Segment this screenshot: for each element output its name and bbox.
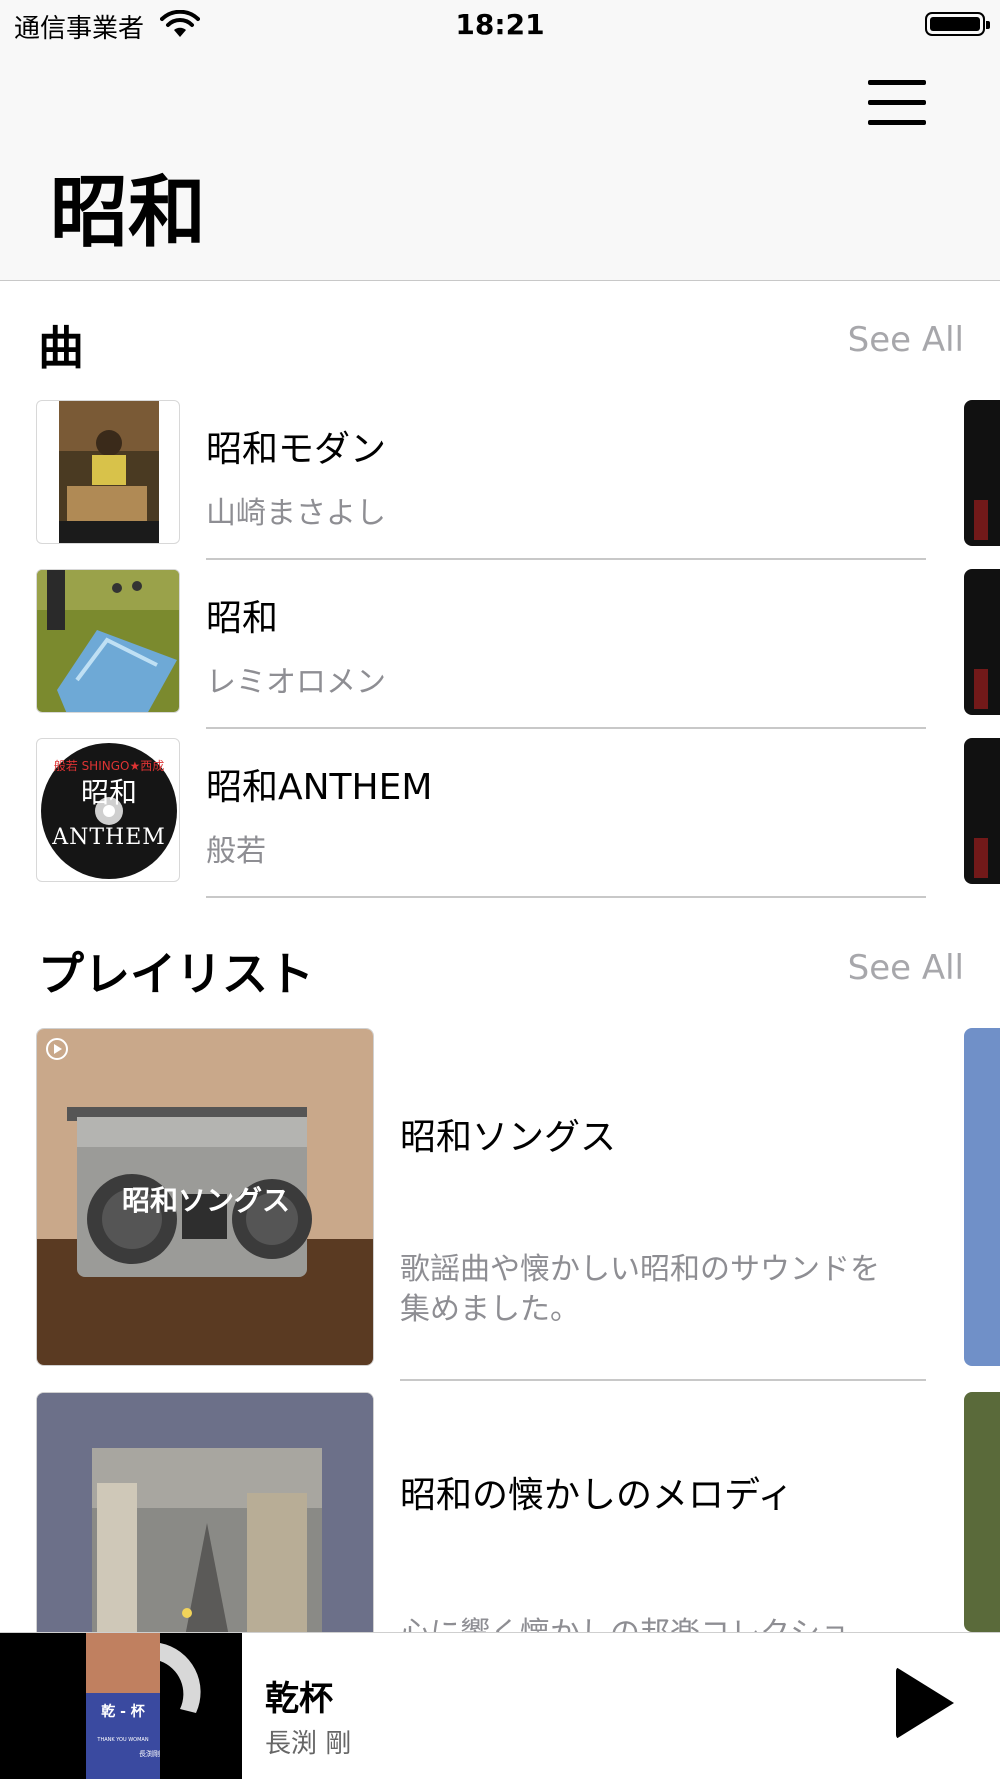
now-playing-artwork: 乾 - 杯 THANK YOU WOMAN 長渕剛 (0, 1633, 242, 1779)
divider (206, 558, 926, 560)
playlist-row[interactable]: 昭和の懐かしのメロディ 心に響く懐かしの邦楽コレクショ (36, 1392, 926, 1730)
songs-section-title: 曲 (38, 321, 84, 375)
next-page-peek[interactable] (964, 400, 1000, 546)
next-page-peek[interactable] (964, 569, 1000, 715)
playlists-section-title: プレイリスト (38, 947, 314, 1001)
song-title: 昭和 (206, 598, 279, 639)
clock: 18:21 (455, 8, 545, 41)
now-playing-title: 乾杯 (265, 1679, 333, 1719)
artwork-kanji: 乾 - 杯 (101, 1704, 145, 1720)
song-title: 昭和ANTHEM (206, 767, 433, 808)
song-row[interactable]: 昭和モダン 山崎まさよし (36, 400, 926, 560)
menu-icon[interactable] (868, 78, 928, 130)
now-playing-artist: 長渕 剛 (265, 1729, 352, 1759)
playlist-title: 昭和ソングス (400, 1117, 617, 1158)
song-artwork (36, 569, 180, 713)
song-artwork (36, 400, 180, 544)
play-icon[interactable] (896, 1667, 954, 1739)
song-artist: レミオロメン (206, 665, 386, 700)
song-artist: 般若 (206, 834, 266, 869)
playlist-artwork: 昭和ソングス (36, 1028, 374, 1366)
playlist-title: 昭和の懐かしのメロディ (400, 1475, 794, 1516)
song-row[interactable]: 般若 SHINGO★西成 昭和 ANTHEM 昭和ANTHEM 般若 (36, 738, 926, 898)
song-title: 昭和モダン (206, 429, 387, 470)
divider (206, 896, 926, 898)
next-page-peek[interactable] (964, 1392, 1000, 1632)
playlist-badge-icon (46, 1038, 68, 1060)
songs-see-all-button[interactable]: See All (764, 320, 964, 360)
battery-icon (925, 12, 990, 36)
next-page-peek[interactable] (964, 1028, 1000, 1366)
song-artist: 山崎まさよし (206, 496, 386, 531)
playlists-see-all-button[interactable]: See All (764, 948, 964, 988)
song-artwork: 般若 SHINGO★西成 昭和 ANTHEM (36, 738, 180, 882)
divider (206, 727, 926, 729)
disc-label-word: ANTHEM (52, 825, 166, 850)
playlist-row[interactable]: 昭和ソングス 昭和ソングス 歌謡曲や懐かしい昭和のサウンドを集めました。 (36, 1028, 926, 1383)
playlist-description: 歌謡曲や懐かしい昭和のサウンドを集めました。 (400, 1252, 880, 1327)
disc-label-kanji: 昭和 (80, 776, 137, 809)
mini-player[interactable]: 乾 - 杯 THANK YOU WOMAN 長渕剛 乾杯 長渕 剛 (0, 1632, 1000, 1779)
song-row[interactable]: 昭和 レミオロメン (36, 569, 926, 729)
artwork-name: 長渕剛 (139, 1750, 160, 1758)
playlist-artwork-label: 昭和ソングス (121, 1184, 290, 1217)
divider (400, 1379, 926, 1381)
artwork-subtitle: THANK YOU WOMAN (97, 1737, 149, 1743)
next-page-peek[interactable] (964, 738, 1000, 884)
page-title: 昭和 (50, 168, 207, 258)
